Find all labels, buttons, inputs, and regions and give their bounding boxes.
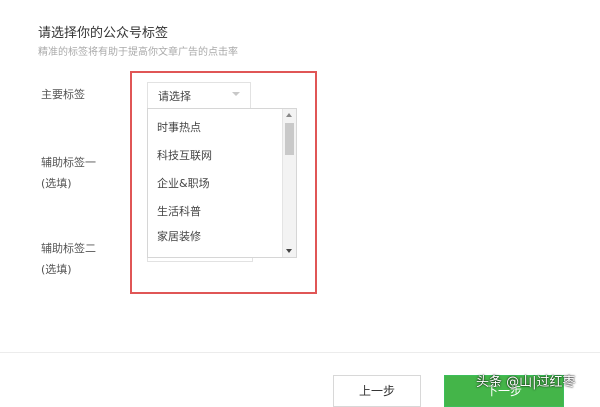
highlight-box (130, 71, 317, 294)
watermark-text: 头条 @山|过红枣 (476, 375, 576, 390)
secondary-tag-1-label-text: 辅助标签一 (41, 156, 96, 169)
secondary-tag-2-label-text: 辅助标签二 (41, 242, 96, 255)
secondary-tag-2-label: 辅助标签二 (选填) (41, 238, 96, 280)
primary-tag-label-text: 主要标签 (41, 88, 85, 101)
prev-step-button[interactable]: 上一步 (333, 375, 421, 407)
secondary-tag-2-optional-text: (选填) (41, 263, 72, 276)
primary-tag-label: 主要标签 (41, 84, 85, 105)
footer-divider (0, 352, 600, 353)
page-subtitle: 精准的标签将有助于提高你文章广告的点击率 (38, 47, 238, 58)
page-title: 请选择你的公众号标签 (38, 26, 169, 41)
secondary-tag-1-label: 辅助标签一 (选填) (41, 152, 96, 194)
secondary-tag-1-optional-text: (选填) (41, 177, 72, 190)
